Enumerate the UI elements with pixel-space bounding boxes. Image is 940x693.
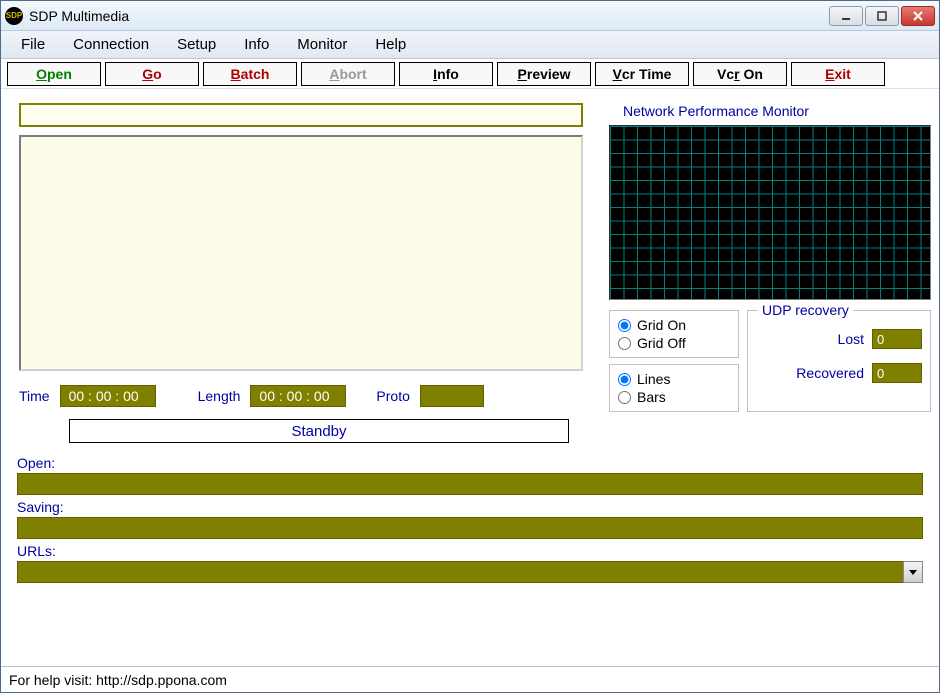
- lost-value: 0: [872, 329, 922, 349]
- open-field[interactable]: [17, 473, 923, 495]
- proto-label: Proto: [376, 388, 409, 404]
- chevron-down-icon: [908, 567, 918, 577]
- right-panel: Network Performance Monitor Grid On Grid…: [609, 103, 931, 443]
- vcron-button[interactable]: Vcr On: [693, 62, 787, 86]
- bars-radio[interactable]: Bars: [618, 389, 730, 405]
- grid-off-radio[interactable]: Grid Off: [618, 335, 730, 351]
- recovered-label: Recovered: [796, 365, 864, 381]
- exit-button[interactable]: Exit: [791, 62, 885, 86]
- lost-label: Lost: [838, 331, 864, 347]
- titlebar[interactable]: SDP SDP Multimedia: [1, 1, 939, 31]
- open-field-row: Open:: [17, 455, 923, 495]
- statusbar: For help visit: http://sdp.ppona.com: [1, 666, 939, 692]
- menubar: File Connection Setup Info Monitor Help: [1, 31, 939, 59]
- maximize-button[interactable]: [865, 6, 899, 26]
- grid-on-radio[interactable]: Grid On: [618, 317, 730, 333]
- log-area[interactable]: [19, 135, 583, 371]
- urls-field-row: URLs:: [17, 543, 923, 583]
- urls-dropdown-button[interactable]: [903, 561, 923, 583]
- saving-label: Saving:: [17, 499, 923, 515]
- bottom-section: Open: Saving: URLs:: [9, 451, 931, 591]
- vcrtime-button[interactable]: Vcr Time: [595, 62, 689, 86]
- content-area: Time 00 : 00 : 00 Length 00 : 00 : 00 Pr…: [1, 89, 939, 666]
- saving-field[interactable]: [17, 517, 923, 539]
- radio-column: Grid On Grid Off Lines Bars: [609, 310, 739, 412]
- status-box: Standby: [69, 419, 569, 443]
- grid-lines-icon: [610, 126, 930, 299]
- open-label: Open:: [17, 455, 923, 471]
- app-icon: SDP: [5, 7, 23, 25]
- monitor-controls: Grid On Grid Off Lines Bars UDP recovery…: [609, 310, 931, 412]
- statusbar-text: For help visit: http://sdp.ppona.com: [9, 672, 227, 688]
- menu-help[interactable]: Help: [361, 32, 420, 57]
- udp-recovery-group: UDP recovery Lost 0 Recovered 0: [747, 310, 931, 412]
- monitor-title: Network Performance Monitor: [609, 103, 931, 119]
- proto-value: [420, 385, 484, 407]
- menu-connection[interactable]: Connection: [59, 32, 163, 57]
- app-window: SDP SDP Multimedia File Connection Setup…: [0, 0, 940, 693]
- preview-button[interactable]: Preview: [497, 62, 591, 86]
- length-value: 00 : 00 : 00: [250, 385, 346, 407]
- menu-monitor[interactable]: Monitor: [283, 32, 361, 57]
- saving-field-row: Saving:: [17, 499, 923, 539]
- menu-file[interactable]: File: [7, 32, 59, 57]
- batch-button[interactable]: Batch: [203, 62, 297, 86]
- udp-title: UDP recovery: [758, 302, 853, 318]
- length-label: Length: [198, 388, 241, 404]
- abort-button[interactable]: Abort: [301, 62, 395, 86]
- urls-field[interactable]: [17, 561, 923, 583]
- recovered-value: 0: [872, 363, 922, 383]
- upper-panels: Time 00 : 00 : 00 Length 00 : 00 : 00 Pr…: [9, 103, 931, 443]
- window-controls: [829, 6, 935, 26]
- go-button[interactable]: Go: [105, 62, 199, 86]
- info-button[interactable]: Info: [399, 62, 493, 86]
- monitor-graph: [609, 125, 931, 300]
- lines-radio[interactable]: Lines: [618, 371, 730, 387]
- urls-label: URLs:: [17, 543, 923, 559]
- window-title: SDP Multimedia: [29, 8, 829, 24]
- left-panel: Time 00 : 00 : 00 Length 00 : 00 : 00 Pr…: [9, 103, 599, 443]
- time-row: Time 00 : 00 : 00 Length 00 : 00 : 00 Pr…: [9, 385, 599, 407]
- menu-setup[interactable]: Setup: [163, 32, 230, 57]
- udp-recovered-row: Recovered 0: [756, 363, 922, 383]
- status-row: Standby: [9, 419, 599, 443]
- open-button[interactable]: Open: [7, 62, 101, 86]
- time-value: 00 : 00 : 00: [60, 385, 156, 407]
- close-button[interactable]: [901, 6, 935, 26]
- time-label: Time: [19, 388, 50, 404]
- menu-info[interactable]: Info: [230, 32, 283, 57]
- minimize-button[interactable]: [829, 6, 863, 26]
- udp-lost-row: Lost 0: [756, 329, 922, 349]
- url-input[interactable]: [19, 103, 583, 127]
- grid-radio-group: Grid On Grid Off: [609, 310, 739, 358]
- toolbar: Open Go Batch Abort Info Preview Vcr Tim…: [1, 59, 939, 89]
- display-radio-group: Lines Bars: [609, 364, 739, 412]
